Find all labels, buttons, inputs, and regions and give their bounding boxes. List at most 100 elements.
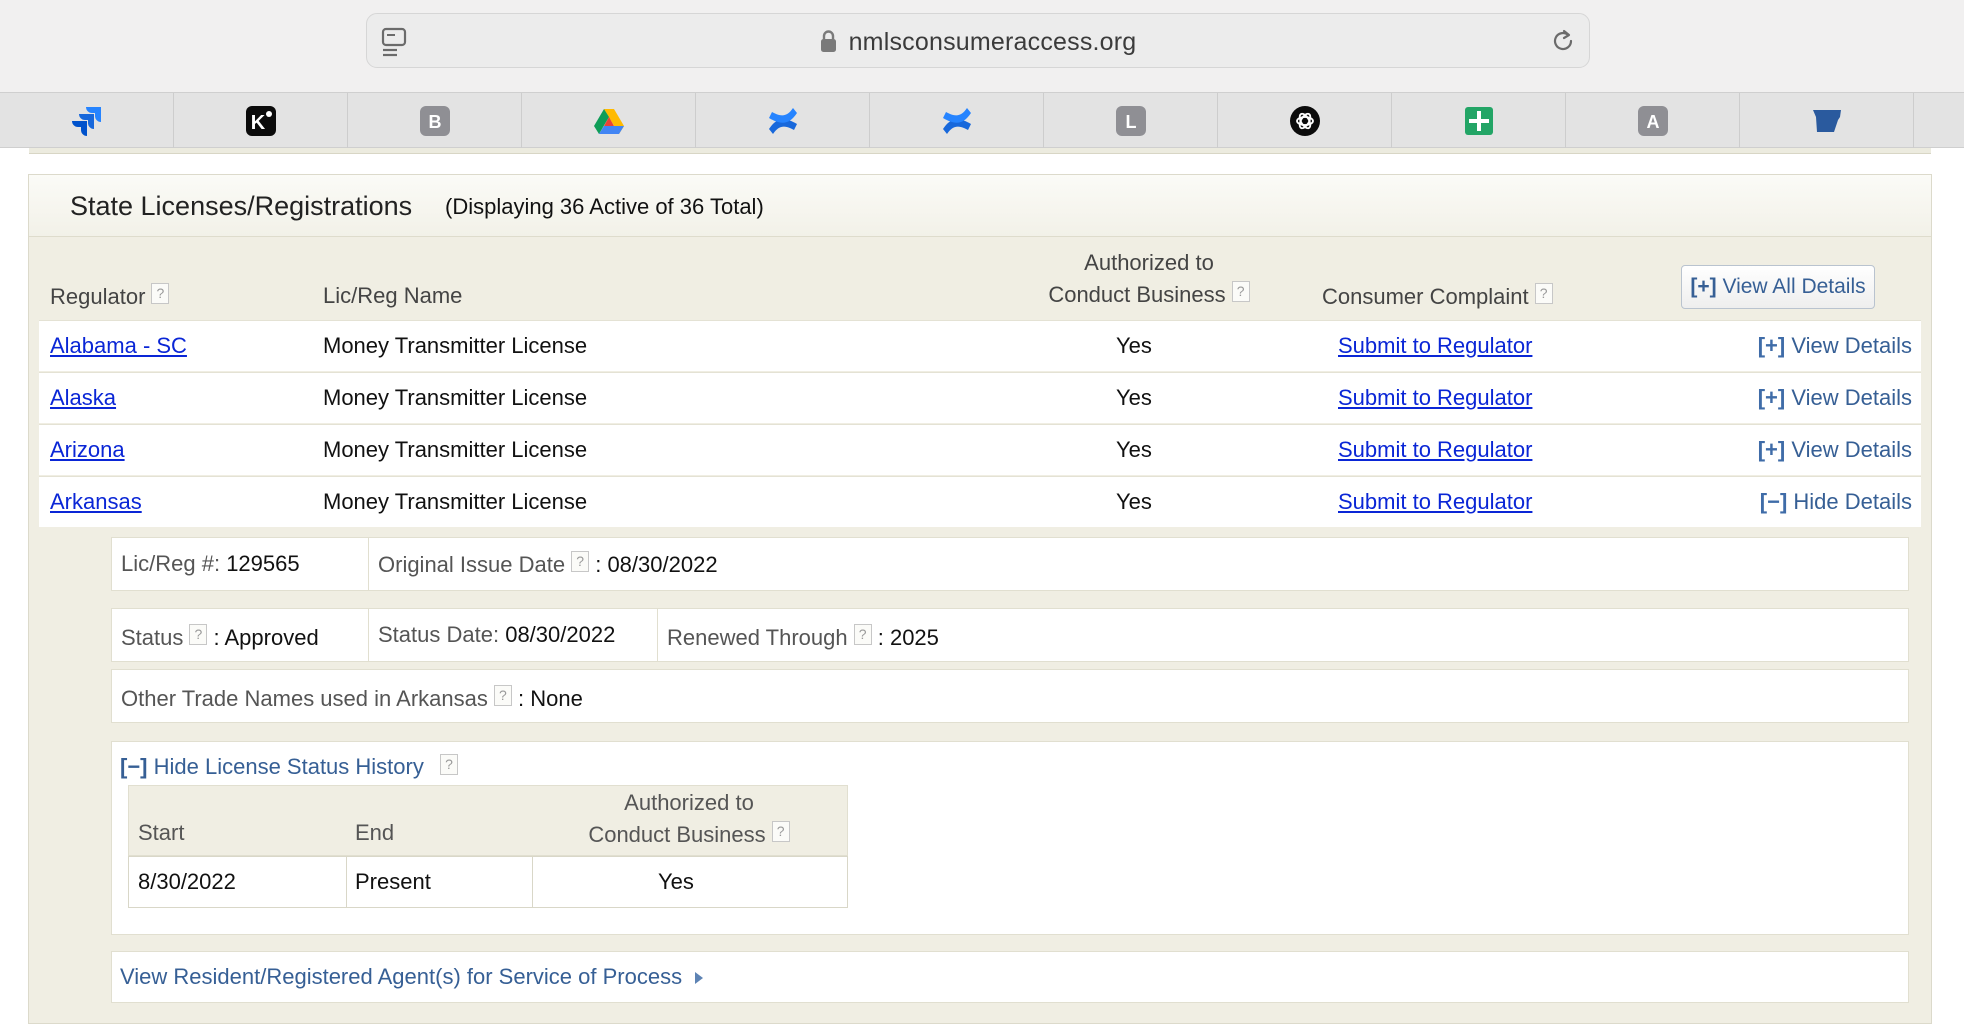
status-history-table: Start End Authorized to Conduct Business… [128, 785, 848, 911]
view-all-details-button[interactable]: [+] View All Details [1681, 265, 1875, 309]
cell-divider [368, 609, 369, 661]
regulator-link[interactable]: Alabama - SC [50, 333, 187, 359]
authorized-value: Yes [1116, 333, 1152, 358]
bookmark-google-drive[interactable] [522, 93, 696, 148]
licenses-panel: State Licenses/Registrations (Displaying… [28, 174, 1932, 1024]
table-row: Alabama - SC Money Transmitter License Y… [39, 320, 1921, 371]
table-row: Arizona Money Transmitter License Yes Su… [39, 424, 1921, 475]
svg-text:L: L [1125, 112, 1136, 132]
view-details-link[interactable]: [+] View Details [1758, 385, 1912, 411]
header-name: Lic/Reg Name [323, 283, 463, 308]
bookmark-confluence-2[interactable] [870, 93, 1044, 148]
bookmark-b[interactable]: B [348, 93, 522, 148]
svg-text:A: A [1646, 112, 1659, 132]
history-row: 8/30/2022 Present Yes [128, 856, 848, 908]
history-header-start: Start [138, 820, 185, 845]
help-icon[interactable]: ? [1231, 281, 1250, 302]
section-title: State Licenses/Registrations [70, 191, 413, 221]
regulator-link[interactable]: Alaska [50, 385, 116, 411]
confluence-icon [768, 107, 797, 134]
history-authorized: Yes [658, 869, 694, 894]
bookmark-jira[interactable] [0, 93, 174, 148]
lic-reg-number: Lic/Reg #: 129565 [121, 551, 300, 576]
submit-to-regulator-link[interactable]: Submit to Regulator [1338, 385, 1532, 411]
jira-icon [71, 106, 101, 136]
agent-link-row: View Resident/Registered Agent(s) for Se… [111, 951, 1909, 1003]
url-display[interactable]: nmlsconsumeraccess.org [367, 28, 1589, 57]
svg-text:B: B [428, 112, 441, 132]
google-sheets-icon [1464, 106, 1493, 135]
trade-names-row: Other Trade Names used in Arkansas? : No… [111, 669, 1909, 723]
original-issue-date: Original Issue Date? : 08/30/2022 [378, 551, 718, 577]
history-header-authorized: Authorized to Conduct Business? [539, 787, 839, 851]
reload-icon[interactable] [1549, 27, 1577, 55]
top-band [29, 148, 1931, 154]
bookmarks-bar: K B L A [0, 92, 1964, 148]
header-complaint: Consumer Complaint? [1322, 283, 1553, 310]
section-count: (Displaying 36 Active of 36 Total) [445, 194, 764, 219]
authorized-value: Yes [1116, 489, 1152, 514]
status-detail-row: Status? : Approved Status Date: 08/30/20… [111, 608, 1909, 662]
table-row: Arkansas Money Transmitter License Yes S… [39, 476, 1921, 527]
help-icon[interactable]: ? [440, 754, 458, 775]
google-drive-icon [593, 108, 624, 134]
submit-to-regulator-link[interactable]: Submit to Regulator [1338, 437, 1532, 463]
help-icon[interactable]: ? [151, 283, 170, 304]
regulator-link[interactable]: Arizona [50, 437, 125, 463]
svg-text:K: K [250, 112, 265, 134]
openai-icon [1289, 105, 1320, 136]
license-detail-row: Lic/Reg #: 129565 Original Issue Date? :… [111, 537, 1909, 591]
caret-right-icon [695, 972, 704, 984]
cell-divider [346, 857, 347, 907]
bookmark-arkansas[interactable] [1740, 93, 1914, 148]
status-date: Status Date: 08/30/2022 [378, 622, 616, 647]
table-row: Alaska Money Transmitter License Yes Sub… [39, 372, 1921, 423]
l-icon: L [1115, 105, 1146, 136]
page-content: State Licenses/Registrations (Displaying… [0, 148, 1964, 1024]
renewed-through: Renewed Through? : 2025 [667, 624, 939, 650]
view-details-link[interactable]: [+] View Details [1758, 333, 1912, 359]
hide-license-status-history-link[interactable]: [−] Hide License Status History [120, 754, 424, 780]
help-icon[interactable]: ? [189, 624, 208, 645]
license-name: Money Transmitter License [323, 385, 588, 410]
a-icon: A [1637, 105, 1668, 136]
view-registered-agents-link[interactable]: View Resident/Registered Agent(s) for Se… [120, 964, 704, 990]
cell-divider [657, 609, 658, 661]
browser-toolbar: nmlsconsumeraccess.org [0, 0, 1964, 92]
other-trade-names: Other Trade Names used in Arkansas? : No… [121, 685, 583, 711]
header-authorized: Authorized to Conduct Business? [1029, 247, 1269, 311]
confluence-icon [942, 107, 971, 134]
help-icon[interactable]: ? [493, 685, 512, 706]
help-icon[interactable]: ? [853, 624, 872, 645]
submit-to-regulator-link[interactable]: Submit to Regulator [1338, 489, 1532, 515]
history-header-end: End [355, 820, 395, 845]
submit-to-regulator-link[interactable]: Submit to Regulator [1338, 333, 1532, 359]
address-bar[interactable]: nmlsconsumeraccess.org [366, 13, 1590, 68]
arkansas-shape-icon [1812, 109, 1841, 132]
help-icon[interactable]: ? [1534, 283, 1553, 304]
history-start: 8/30/2022 [138, 869, 236, 894]
bookmark-a[interactable]: A [1566, 93, 1740, 148]
view-details-link[interactable]: [+] View Details [1758, 437, 1912, 463]
status-field: Status? : Approved [121, 624, 319, 650]
bookmark-confluence-1[interactable] [696, 93, 870, 148]
bookmark-l[interactable]: L [1044, 93, 1218, 148]
header-regulator: Regulator? [50, 283, 170, 310]
url-text: nmlsconsumeraccess.org [848, 28, 1137, 56]
hide-details-link[interactable]: [−] Hide Details [1760, 489, 1912, 515]
regulator-link[interactable]: Arkansas [50, 489, 142, 515]
bookmark-k-app[interactable]: K [174, 93, 348, 148]
license-name: Money Transmitter License [323, 489, 588, 514]
help-icon[interactable]: ? [571, 551, 590, 572]
bookmark-google-sheets[interactable] [1392, 93, 1566, 148]
panel-header: State Licenses/Registrations (Displaying… [29, 175, 1931, 237]
bookmark-openai[interactable] [1218, 93, 1392, 148]
license-name: Money Transmitter License [323, 437, 588, 462]
cell-divider [368, 538, 369, 590]
help-icon[interactable]: ? [771, 821, 790, 842]
authorized-value: Yes [1116, 385, 1152, 410]
k-app-icon: K [245, 105, 276, 136]
license-name: Money Transmitter License [323, 333, 588, 358]
history-end: Present [355, 869, 431, 894]
history-table-header: Start End Authorized to Conduct Business… [128, 785, 848, 856]
